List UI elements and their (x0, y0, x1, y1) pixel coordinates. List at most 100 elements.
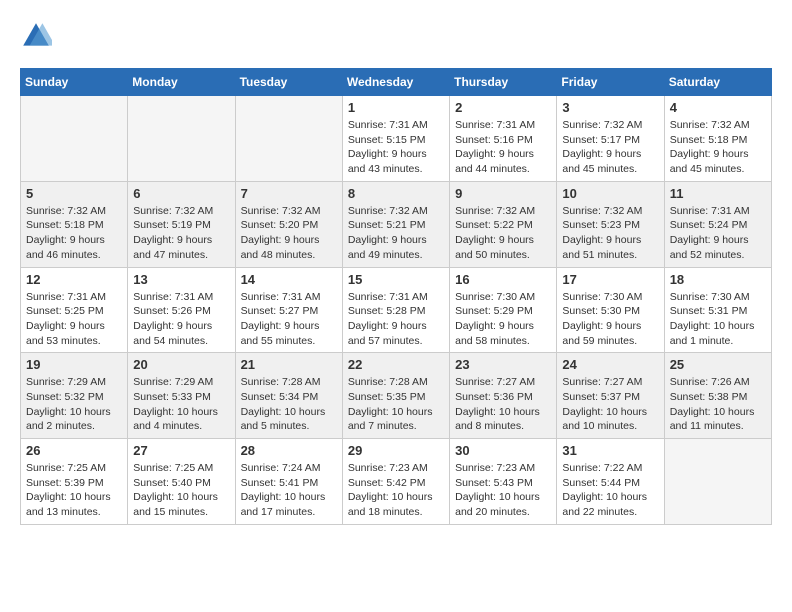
calendar-day-30: 30 Sunrise: 7:23 AM Sunset: 5:43 PM Dayli… (450, 439, 557, 525)
day-info: Sunrise: 7:26 AM Sunset: 5:38 PM Dayligh… (670, 375, 766, 434)
day-number: 2 (455, 100, 551, 115)
calendar-day-8: 8 Sunrise: 7:32 AM Sunset: 5:21 PM Daylig… (342, 181, 449, 267)
day-info: Sunrise: 7:30 AM Sunset: 5:31 PM Dayligh… (670, 290, 766, 349)
calendar-day-empty (128, 96, 235, 182)
day-info: Sunrise: 7:32 AM Sunset: 5:18 PM Dayligh… (670, 118, 766, 177)
calendar-day-empty (21, 96, 128, 182)
calendar-day-20: 20 Sunrise: 7:29 AM Sunset: 5:33 PM Dayli… (128, 353, 235, 439)
calendar-day-7: 7 Sunrise: 7:32 AM Sunset: 5:20 PM Daylig… (235, 181, 342, 267)
day-header-sunday: Sunday (21, 69, 128, 96)
day-number: 1 (348, 100, 444, 115)
calendar-day-24: 24Sunrise: 7:27 AM Sunset: 5:37 PM Dayli… (557, 353, 664, 439)
day-info: Sunrise: 7:31 AM Sunset: 5:27 PM Dayligh… (241, 290, 337, 349)
day-info: Sunrise: 7:30 AM Sunset: 5:29 PM Dayligh… (455, 290, 551, 349)
day-info: Sunrise: 7:29 AM Sunset: 5:32 PM Dayligh… (26, 375, 122, 434)
calendar-day-18: 18 Sunrise: 7:30 AM Sunset: 5:31 PM Dayli… (664, 267, 771, 353)
day-number: 20 (133, 357, 229, 372)
day-info: Sunrise: 7:25 AM Sunset: 5:40 PM Dayligh… (133, 461, 229, 520)
day-number: 21 (241, 357, 337, 372)
calendar-day-15: 15Sunrise: 7:31 AM Sunset: 5:28 PM Dayli… (342, 267, 449, 353)
day-info: Sunrise: 7:32 AM Sunset: 5:21 PM Dayligh… (348, 204, 444, 263)
day-number: 27 (133, 443, 229, 458)
day-info: Sunrise: 7:28 AM Sunset: 5:35 PM Dayligh… (348, 375, 444, 434)
calendar-day-21: 21 Sunrise: 7:28 AM Sunset: 5:34 PM Dayli… (235, 353, 342, 439)
calendar-day-17: 17Sunrise: 7:30 AM Sunset: 5:30 PM Dayli… (557, 267, 664, 353)
day-info: Sunrise: 7:23 AM Sunset: 5:43 PM Dayligh… (455, 461, 551, 520)
day-header-friday: Friday (557, 69, 664, 96)
day-header-tuesday: Tuesday (235, 69, 342, 96)
calendar-day-3: 3 Sunrise: 7:32 AM Sunset: 5:17 PM Daylig… (557, 96, 664, 182)
day-number: 17 (562, 272, 658, 287)
day-info: Sunrise: 7:23 AM Sunset: 5:42 PM Dayligh… (348, 461, 444, 520)
calendar-day-1: 1 Sunrise: 7:31 AM Sunset: 5:15 PM Daylig… (342, 96, 449, 182)
calendar-day-5: 5 Sunrise: 7:32 AM Sunset: 5:18 PM Daylig… (21, 181, 128, 267)
calendar-table: SundayMondayTuesdayWednesdayThursdayFrid… (20, 68, 772, 525)
day-number: 31 (562, 443, 658, 458)
calendar-day-6: 6 Sunrise: 7:32 AM Sunset: 5:19 PM Daylig… (128, 181, 235, 267)
day-number: 3 (562, 100, 658, 115)
day-number: 19 (26, 357, 122, 372)
day-number: 23 (455, 357, 551, 372)
day-number: 7 (241, 186, 337, 201)
day-number: 8 (348, 186, 444, 201)
day-header-wednesday: Wednesday (342, 69, 449, 96)
calendar-day-2: 2Sunrise: 7:31 AM Sunset: 5:16 PM Daylig… (450, 96, 557, 182)
day-info: Sunrise: 7:31 AM Sunset: 5:15 PM Dayligh… (348, 118, 444, 177)
day-number: 18 (670, 272, 766, 287)
calendar-day-23: 23Sunrise: 7:27 AM Sunset: 5:36 PM Dayli… (450, 353, 557, 439)
calendar-day-25: 25 Sunrise: 7:26 AM Sunset: 5:38 PM Dayli… (664, 353, 771, 439)
day-info: Sunrise: 7:31 AM Sunset: 5:24 PM Dayligh… (670, 204, 766, 263)
logo (20, 20, 56, 52)
day-header-saturday: Saturday (664, 69, 771, 96)
calendar-day-empty (664, 439, 771, 525)
calendar-week-row: 1 Sunrise: 7:31 AM Sunset: 5:15 PM Daylig… (21, 96, 772, 182)
day-info: Sunrise: 7:25 AM Sunset: 5:39 PM Dayligh… (26, 461, 122, 520)
day-number: 6 (133, 186, 229, 201)
day-header-monday: Monday (128, 69, 235, 96)
day-info: Sunrise: 7:31 AM Sunset: 5:25 PM Dayligh… (26, 290, 122, 349)
day-number: 30 (455, 443, 551, 458)
calendar-week-row: 26 Sunrise: 7:25 AM Sunset: 5:39 PM Dayli… (21, 439, 772, 525)
calendar-day-14: 14 Sunrise: 7:31 AM Sunset: 5:27 PM Dayli… (235, 267, 342, 353)
day-number: 5 (26, 186, 122, 201)
day-info: Sunrise: 7:32 AM Sunset: 5:22 PM Dayligh… (455, 204, 551, 263)
day-info: Sunrise: 7:32 AM Sunset: 5:17 PM Dayligh… (562, 118, 658, 177)
day-number: 28 (241, 443, 337, 458)
calendar-day-22: 22 Sunrise: 7:28 AM Sunset: 5:35 PM Dayli… (342, 353, 449, 439)
calendar-day-10: 10 Sunrise: 7:32 AM Sunset: 5:23 PM Dayli… (557, 181, 664, 267)
day-number: 29 (348, 443, 444, 458)
day-info: Sunrise: 7:24 AM Sunset: 5:41 PM Dayligh… (241, 461, 337, 520)
day-number: 10 (562, 186, 658, 201)
calendar-day-13: 13Sunrise: 7:31 AM Sunset: 5:26 PM Dayli… (128, 267, 235, 353)
calendar-day-31: 31 Sunrise: 7:22 AM Sunset: 5:44 PM Dayli… (557, 439, 664, 525)
day-info: Sunrise: 7:22 AM Sunset: 5:44 PM Dayligh… (562, 461, 658, 520)
day-info: Sunrise: 7:32 AM Sunset: 5:20 PM Dayligh… (241, 204, 337, 263)
calendar-day-16: 16 Sunrise: 7:30 AM Sunset: 5:29 PM Dayli… (450, 267, 557, 353)
calendar-day-9: 9 Sunrise: 7:32 AM Sunset: 5:22 PM Daylig… (450, 181, 557, 267)
calendar-day-29: 29 Sunrise: 7:23 AM Sunset: 5:42 PM Dayli… (342, 439, 449, 525)
day-number: 26 (26, 443, 122, 458)
calendar-day-11: 11 Sunrise: 7:31 AM Sunset: 5:24 PM Dayli… (664, 181, 771, 267)
calendar-header-row: SundayMondayTuesdayWednesdayThursdayFrid… (21, 69, 772, 96)
calendar-day-26: 26 Sunrise: 7:25 AM Sunset: 5:39 PM Dayli… (21, 439, 128, 525)
page-header (20, 20, 772, 52)
day-number: 4 (670, 100, 766, 115)
day-number: 9 (455, 186, 551, 201)
day-info: Sunrise: 7:29 AM Sunset: 5:33 PM Dayligh… (133, 375, 229, 434)
calendar-week-row: 12Sunrise: 7:31 AM Sunset: 5:25 PM Dayli… (21, 267, 772, 353)
calendar-day-12: 12Sunrise: 7:31 AM Sunset: 5:25 PM Dayli… (21, 267, 128, 353)
day-number: 16 (455, 272, 551, 287)
day-number: 14 (241, 272, 337, 287)
day-info: Sunrise: 7:32 AM Sunset: 5:23 PM Dayligh… (562, 204, 658, 263)
day-info: Sunrise: 7:28 AM Sunset: 5:34 PM Dayligh… (241, 375, 337, 434)
day-info: Sunrise: 7:32 AM Sunset: 5:18 PM Dayligh… (26, 204, 122, 263)
day-number: 22 (348, 357, 444, 372)
day-number: 25 (670, 357, 766, 372)
calendar-day-empty (235, 96, 342, 182)
day-number: 11 (670, 186, 766, 201)
calendar-day-28: 28 Sunrise: 7:24 AM Sunset: 5:41 PM Dayli… (235, 439, 342, 525)
day-header-thursday: Thursday (450, 69, 557, 96)
day-info: Sunrise: 7:31 AM Sunset: 5:26 PM Dayligh… (133, 290, 229, 349)
day-number: 15 (348, 272, 444, 287)
day-info: Sunrise: 7:32 AM Sunset: 5:19 PM Dayligh… (133, 204, 229, 263)
